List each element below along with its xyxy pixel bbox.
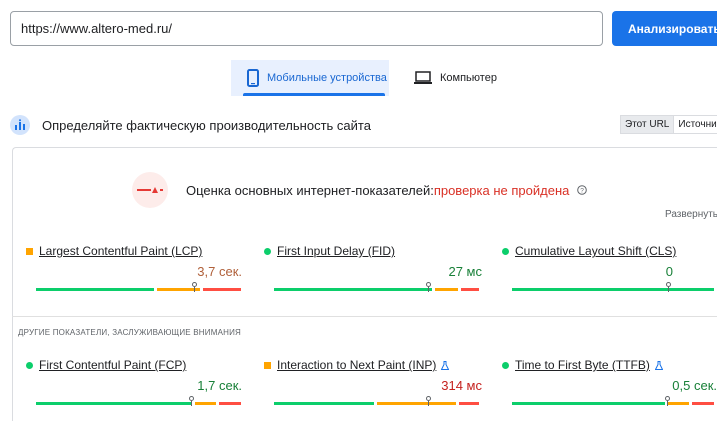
metric-value: 0: [665, 264, 673, 279]
bar-good: [512, 288, 714, 291]
bar-poor: [459, 402, 479, 405]
status-marker: [264, 361, 271, 369]
bar-poor: [692, 402, 714, 405]
bar-needs-improvement: [377, 402, 457, 405]
percentile-marker: [426, 396, 431, 406]
distribution-bar: [512, 282, 717, 292]
bar-good: [36, 288, 155, 291]
status-marker: [26, 361, 33, 369]
url-origin-toggle: Этот URL Источни: [620, 115, 717, 134]
metric-value: 3,7 сек.: [197, 264, 242, 279]
distribution-bar: [36, 282, 244, 292]
metric-ttfb: Time to First Byte (TTFB) 0,5 сек.: [502, 358, 717, 410]
metric-name[interactable]: Interaction to Next Paint (INP): [277, 358, 436, 372]
help-icon[interactable]: ?: [577, 185, 588, 195]
bar-poor: [202, 288, 241, 291]
status-marker: [264, 247, 271, 255]
metric-name[interactable]: Time to First Byte (TTFB): [515, 358, 650, 372]
tab-mobile[interactable]: Мобильные устройства: [231, 60, 389, 96]
distribution-bar: [512, 396, 717, 406]
status-marker: [26, 247, 33, 255]
status-marker: [502, 361, 509, 369]
section-divider: [12, 316, 717, 317]
metric-inp: Interaction to Next Paint (INP) 314 мс: [264, 358, 494, 410]
analyze-button[interactable]: Анализировать: [612, 11, 717, 46]
toggle-origin[interactable]: Источни: [674, 115, 717, 134]
metric-fcp: First Contentful Paint (FCP) 1,7 сек.: [26, 358, 256, 410]
percentile-marker: [426, 282, 431, 292]
metric-name[interactable]: Cumulative Layout Shift (CLS): [515, 244, 676, 258]
expand-link[interactable]: Развернуть: [665, 209, 717, 220]
field-data-header: Определяйте фактическую производительнос…: [10, 112, 717, 138]
metric-value: 27 мс: [448, 264, 482, 279]
assessment-status: проверка не пройдена: [433, 182, 570, 198]
metric-lcp: Largest Contentful Paint (LCP) 3,7 сек.: [26, 244, 256, 296]
bar-good: [274, 402, 375, 405]
assessment-label: Оценка основных интернет-показателей:: [186, 182, 434, 198]
percentile-marker: [666, 282, 671, 292]
metric-value: 314 мс: [441, 378, 482, 393]
cwv-assessment: Оценка основных интернет-показателей: пр…: [132, 172, 588, 208]
bar-good: [274, 288, 432, 291]
bar-needs-improvement: [667, 402, 690, 405]
smartphone-icon: [247, 69, 259, 87]
bar-good: [36, 402, 192, 405]
toggle-this-url[interactable]: Этот URL: [620, 115, 675, 134]
distribution-bar: [274, 396, 482, 406]
metric-name[interactable]: First Input Delay (FID): [277, 244, 395, 258]
distribution-bar: [274, 282, 482, 292]
bar-needs-improvement: [194, 402, 217, 405]
section-title: Определяйте фактическую производительнос…: [42, 117, 371, 133]
experimental-flask-icon: [441, 360, 450, 370]
tab-desktop[interactable]: Компьютер: [410, 60, 530, 96]
percentile-marker: [192, 282, 197, 292]
distribution-bar: [36, 396, 244, 406]
tab-desktop-label: Компьютер: [440, 72, 497, 84]
percentile-marker: [665, 396, 670, 406]
status-marker: [502, 247, 509, 255]
other-metrics-label: ДРУГИЕ ПОКАЗАТЕЛИ, ЗАСЛУЖИВАЮЩИЕ ВНИМАНИ…: [18, 328, 242, 337]
bar-good: [512, 402, 665, 405]
svg-text:?: ?: [581, 187, 585, 194]
percentile-marker: [189, 396, 194, 406]
bar-needs-improvement: [434, 288, 459, 291]
metric-name[interactable]: Largest Contentful Paint (LCP): [39, 244, 202, 258]
metric-fid: First Input Delay (FID) 27 мс: [264, 244, 494, 296]
metric-value: 0,5 сек.: [672, 378, 717, 393]
metric-name[interactable]: First Contentful Paint (FCP): [39, 358, 186, 372]
bar-poor: [219, 402, 241, 405]
tab-mobile-label: Мобильные устройства: [267, 72, 387, 84]
metric-value: 1,7 сек.: [197, 378, 242, 393]
site-logo-badge: [132, 172, 168, 208]
url-input[interactable]: [10, 11, 603, 46]
crux-icon: [10, 115, 30, 135]
metric-cls: Cumulative Layout Shift (CLS) 0: [502, 244, 717, 296]
bar-poor: [461, 288, 479, 291]
laptop-icon: [414, 71, 432, 85]
experimental-flask-icon: [654, 360, 663, 370]
